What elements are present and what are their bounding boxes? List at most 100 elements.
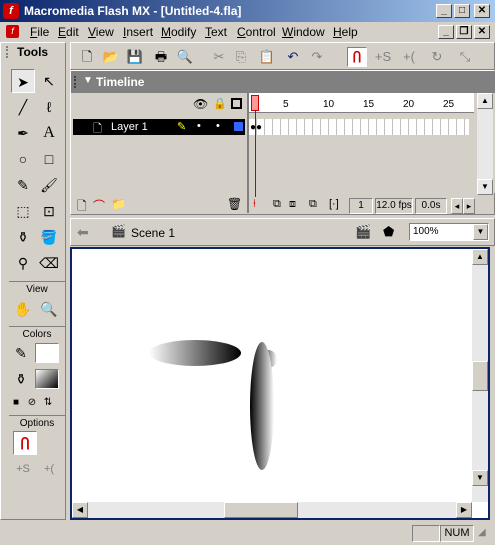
scroll-right-icon[interactable]: ▸ [463,198,475,214]
brush-tool-icon[interactable]: 🖌 [37,173,61,197]
snap-magnet-icon[interactable]: Ⴖ [347,47,367,67]
scroll-up-icon[interactable]: ▲ [472,249,488,265]
doc-close-button[interactable]: ✕ [474,25,490,39]
timeline-vscroll[interactable]: ▲ ▼ [477,93,493,195]
smooth-icon[interactable]: +S [373,47,393,67]
center-frame-icon[interactable]: ⍿ [253,198,256,211]
line-tool-icon[interactable]: ╱ [11,95,35,119]
back-arrow-icon[interactable]: ⬅ [77,224,89,241]
scale-icon[interactable]: ⤡ [455,47,475,67]
smooth-option-icon[interactable]: +S [11,457,35,481]
free-transform-tool-icon[interactable]: ⬚ [11,199,35,223]
pen-tool-icon[interactable]: ✒ [11,121,35,145]
horizontal-gradient-ellipse[interactable] [149,340,241,366]
menu-help[interactable]: Help [333,25,358,39]
copy-icon[interactable]: ⎘ [231,47,251,67]
keyframe-dot[interactable]: ●● [250,122,262,133]
flash-app-icon[interactable]: f [3,3,19,19]
grip-icon[interactable] [6,46,11,58]
menu-view[interactable]: View [88,25,114,39]
cut-icon[interactable]: ✂ [209,47,229,67]
arrow-tool-icon[interactable]: ➤ [11,69,35,93]
zoom-tool-icon[interactable]: 🔍 [37,297,61,321]
subselect-tool-icon[interactable]: ↖ [37,69,61,93]
fill-color-icon[interactable]: ⚱ [9,367,33,391]
close-button[interactable]: ✕ [474,4,490,18]
text-tool-icon[interactable]: A [37,121,61,145]
doc-restore-button[interactable]: ❐ [456,25,472,39]
pencil-tool-icon[interactable]: ✎ [11,173,35,197]
scroll-right-icon[interactable]: ▶ [456,502,472,518]
straighten-option-icon[interactable]: +( [37,457,61,481]
stage-vscroll[interactable]: ▲ ▼ [472,249,488,502]
playhead-marker[interactable] [251,95,259,111]
menu-window[interactable]: Window [282,25,325,39]
resize-grip-icon[interactable]: ◢ [478,527,486,538]
layer-row[interactable]: 🗋 Layer 1 ✎ • • [73,119,245,135]
stage-hscroll[interactable]: ◀ ▶ [72,502,472,518]
menu-file[interactable]: File [30,25,49,39]
scroll-left-icon[interactable]: ◂ [451,198,463,214]
add-guide-layer-icon[interactable]: ⌒ [93,197,105,214]
menu-control[interactable]: Control [237,25,276,39]
save-icon[interactable]: 💾 [125,47,145,67]
lasso-tool-icon[interactable]: ℓ [37,95,61,119]
layer-name[interactable]: Layer 1 [111,121,148,133]
paint-bucket-tool-icon[interactable]: 🪣 [37,225,61,249]
stroke-color-swatch[interactable] [35,343,59,363]
stroke-color-icon[interactable]: ✎ [9,341,33,365]
stage-area[interactable]: ▲ ▼ ◀ ▶ [70,247,490,520]
ink-bottle-tool-icon[interactable]: ⚱ [11,225,35,249]
maximize-button[interactable]: □ [454,4,470,18]
eye-icon[interactable]: 👁 [193,97,208,111]
frame-cells[interactable]: ●● [249,119,469,135]
menu-modify[interactable]: Modify [161,25,196,39]
fill-color-swatch[interactable] [35,369,59,389]
frame-rate-field[interactable]: 12.0 fps [375,198,413,214]
menu-edit[interactable]: Edit [58,25,79,39]
scroll-down-icon[interactable]: ▼ [477,179,493,195]
new-file-icon[interactable]: 🗋 [77,47,97,67]
fill-transform-tool-icon[interactable]: ⊡ [37,199,61,223]
outline-color-swatch[interactable] [234,122,243,131]
eyedropper-tool-icon[interactable]: ⚲ [11,251,35,275]
vertical-gradient-ellipse[interactable] [250,342,274,470]
grip-icon[interactable] [74,76,79,88]
stage-canvas[interactable] [72,249,470,500]
chevron-down-icon[interactable]: ▼ [473,224,488,240]
timeline-header[interactable]: ▼ Timeline [71,71,495,93]
open-folder-icon[interactable]: 📂 [101,47,121,67]
edit-scene-icon[interactable]: 🎬 [355,224,371,240]
insert-layer-icon[interactable]: 🗋 [77,197,87,218]
lock-icon[interactable]: 🔒 [213,97,227,110]
outline-icon[interactable] [231,98,242,109]
redo-icon[interactable]: ↷ [307,47,327,67]
scroll-thumb[interactable] [224,502,298,518]
menu-insert[interactable]: Insert [123,25,153,39]
oval-tool-icon[interactable]: ○ [11,147,35,171]
undo-icon[interactable]: ↶ [283,47,303,67]
default-colors-icon[interactable]: ■ [9,391,23,415]
minimize-button[interactable]: _ [436,4,452,18]
scroll-thumb[interactable] [472,361,488,391]
scroll-left-icon[interactable]: ◀ [72,502,88,518]
onion-skin-icon[interactable]: ⧉ [273,198,281,211]
no-color-icon[interactable]: ⊘ [25,391,39,415]
edit-symbols-icon[interactable]: ⬟ [383,224,394,240]
modify-markers-icon[interactable]: [·] [329,198,339,210]
snap-option-icon[interactable]: Ⴖ [13,431,37,455]
doc-minimize-button[interactable]: _ [438,25,454,39]
rectangle-tool-icon[interactable]: □ [37,147,61,171]
delete-layer-icon[interactable]: 🗑 [227,197,242,211]
scene-name[interactable]: Scene 1 [131,226,175,240]
rotate-icon[interactable]: ↻ [427,47,447,67]
scroll-down-icon[interactable]: ▼ [472,470,488,486]
hand-tool-icon[interactable]: ✋ [11,297,35,321]
collapse-arrow-icon[interactable]: ▼ [83,75,93,86]
elapsed-time-field[interactable]: 0.0s [415,198,447,214]
current-frame-field[interactable]: 1 [349,198,373,214]
scroll-up-icon[interactable]: ▲ [477,93,493,109]
document-icon[interactable]: f [6,25,19,38]
swap-colors-icon[interactable]: ⇅ [41,391,55,415]
paste-icon[interactable]: 📋 [257,47,277,67]
